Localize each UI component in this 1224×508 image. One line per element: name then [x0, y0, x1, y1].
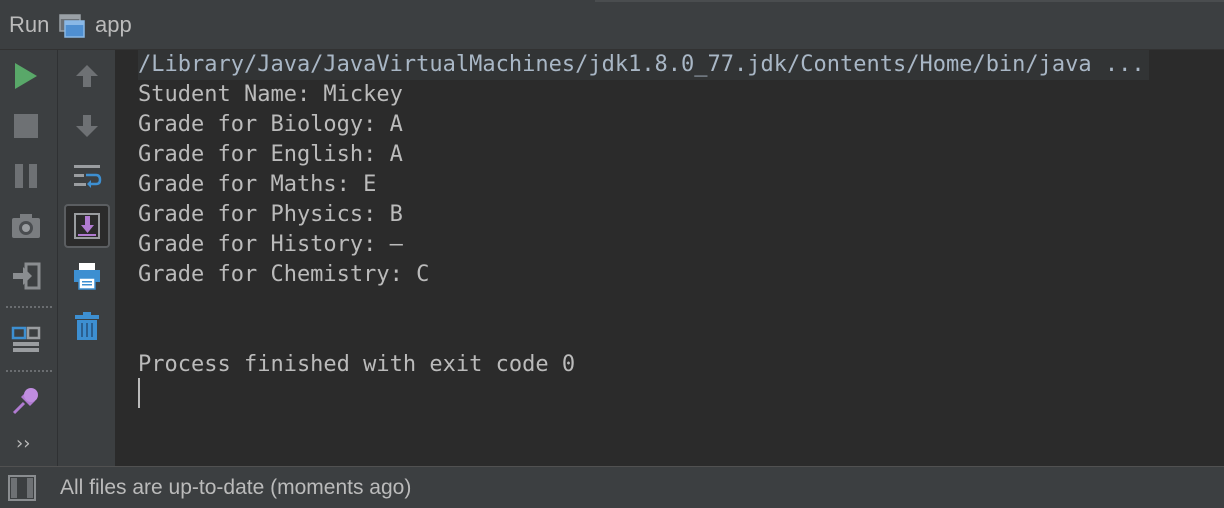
pin-button[interactable]: [9, 384, 43, 418]
pause-icon: [15, 164, 37, 188]
run-toolbar-primary: ››: [0, 50, 58, 466]
camera-icon: [12, 214, 40, 238]
run-tool-window-title: Run: [9, 12, 50, 37]
console-line: Grade for Maths: E: [138, 172, 377, 197]
pause-button[interactable]: [9, 159, 43, 193]
toolbar-separator: [6, 306, 52, 308]
more-actions-button[interactable]: ››: [16, 433, 30, 454]
console-line: Grade for History: –: [138, 232, 403, 257]
dump-threads-button[interactable]: [9, 209, 43, 243]
run-tool-window-header: Run app: [0, 0, 1224, 50]
console-line: Grade for Biology: A: [138, 112, 403, 137]
arrow-up-icon: [76, 65, 98, 87]
print-button[interactable]: [70, 259, 104, 293]
console-line: Grade for Chemistry: C: [138, 262, 430, 287]
soft-wraps-button[interactable]: [70, 159, 104, 193]
down-stack-trace-button[interactable]: [70, 109, 104, 143]
clear-all-button[interactable]: [70, 309, 104, 343]
console-command-line[interactable]: /Library/Java/JavaVirtualMachines/jdk1.8…: [138, 50, 1149, 80]
trash-icon: [75, 312, 99, 340]
pin-icon: [12, 388, 38, 415]
app-window-icon: [59, 12, 85, 38]
arrow-down-icon: [76, 115, 98, 137]
tool-window-icon[interactable]: [8, 475, 36, 501]
up-stack-trace-button[interactable]: [70, 59, 104, 93]
console-line: Grade for English: A: [138, 142, 403, 167]
status-bar: All files are up-to-date (moments ago): [0, 466, 1224, 508]
run-config-tab[interactable]: app: [95, 12, 132, 38]
stop-icon: [14, 114, 38, 138]
header-divider: [595, 0, 1224, 2]
exit-button[interactable]: [9, 259, 43, 293]
print-icon: [74, 263, 100, 290]
play-icon: [15, 63, 37, 89]
console-line: Grade for Physics: B: [138, 202, 403, 227]
layout-icon: [11, 326, 41, 352]
run-toolbar-secondary: [58, 50, 116, 466]
stop-button[interactable]: [9, 109, 43, 143]
exit-icon: [13, 262, 41, 290]
soft-wrap-icon: [74, 165, 102, 188]
text-caret: [138, 378, 140, 408]
status-message: All files are up-to-date (moments ago): [60, 476, 412, 499]
rerun-button[interactable]: [9, 59, 43, 93]
scroll-to-end-toggle[interactable]: [64, 204, 110, 248]
toolbar-separator: [6, 370, 52, 372]
layout-button[interactable]: [9, 323, 43, 357]
scroll-to-end-icon: [74, 213, 100, 239]
process-exit-message: Process finished with exit code 0: [138, 352, 576, 377]
console-line: Student Name: Mickey: [138, 82, 403, 107]
console-output[interactable]: /Library/Java/JavaVirtualMachines/jdk1.8…: [116, 50, 1224, 466]
